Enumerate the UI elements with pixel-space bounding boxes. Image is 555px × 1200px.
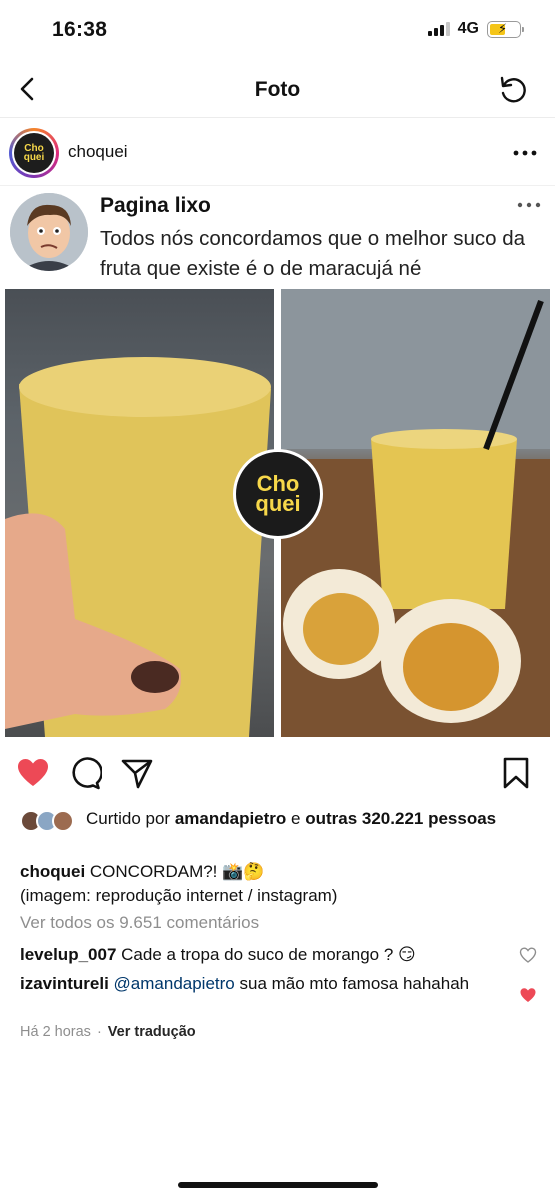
choquei-logo-icon: Cho quei bbox=[14, 133, 54, 173]
embedded-tweet: Pagina lixo Todos nós concordamos que o … bbox=[0, 188, 555, 288]
comment-username[interactable]: levelup_007 bbox=[20, 945, 116, 964]
post-image[interactable]: Cho quei bbox=[5, 289, 550, 737]
nav-header: Foto bbox=[0, 62, 555, 118]
likes-user[interactable]: amandapietro bbox=[175, 809, 286, 828]
post-avatar[interactable]: Cho quei bbox=[9, 128, 59, 178]
post-actions bbox=[0, 752, 555, 796]
signal-icon bbox=[427, 22, 450, 36]
bookmark-icon[interactable] bbox=[499, 756, 533, 790]
refresh-icon[interactable] bbox=[497, 74, 529, 106]
likes-others[interactable]: outras 320.221 pessoas bbox=[305, 809, 496, 828]
tweet-avatar bbox=[10, 193, 88, 271]
tweet-author: Pagina lixo bbox=[100, 194, 211, 217]
tweet-more-icon bbox=[517, 202, 541, 208]
liker-avatars bbox=[20, 810, 80, 832]
comment-username[interactable]: izavintureli bbox=[20, 974, 109, 993]
heart-outline-icon[interactable] bbox=[519, 946, 537, 964]
status-time: 16:38 bbox=[52, 18, 108, 41]
likes-summary[interactable]: Curtido por amandapietro e outras 320.22… bbox=[20, 808, 540, 832]
post-meta: Há 2 horas · Ver tradução bbox=[20, 1024, 196, 1040]
home-indicator[interactable] bbox=[178, 1182, 378, 1188]
network-label: 4G bbox=[457, 20, 479, 37]
view-all-comments-link[interactable]: Ver todos os 9.651 comentários bbox=[20, 913, 259, 933]
translate-link[interactable]: Ver tradução bbox=[108, 1024, 196, 1040]
liker-avatar bbox=[52, 810, 74, 832]
watermark-line2: quei bbox=[255, 491, 301, 516]
share-icon[interactable] bbox=[120, 756, 154, 790]
status-icons: 4G ⚡ bbox=[427, 20, 524, 38]
heart-filled-icon[interactable] bbox=[16, 756, 50, 790]
likes-prefix: Curtido por bbox=[86, 809, 175, 828]
post-caption: choquei CONCORDAM?! 📸🤔 (imagem: reproduç… bbox=[20, 860, 540, 908]
comment-mention[interactable]: @amandapietro bbox=[109, 974, 235, 993]
page-title: Foto bbox=[254, 78, 301, 101]
tweet-text: Todos nós concordamos que o melhor suco … bbox=[100, 227, 526, 280]
caption-username[interactable]: choquei bbox=[20, 862, 85, 881]
likes-text: Curtido por amandapietro e outras 320.22… bbox=[20, 808, 540, 829]
caption-credit: (imagem: reprodução internet / instagram… bbox=[20, 886, 338, 905]
comment-text: sua mão mto famosa hahahah bbox=[234, 974, 470, 993]
comment-icon[interactable] bbox=[68, 756, 102, 790]
battery-icon: ⚡ bbox=[487, 20, 524, 38]
more-options-icon[interactable] bbox=[513, 150, 537, 156]
juice-glass-hand-photo bbox=[5, 289, 274, 737]
status-bar: 16:38 4G ⚡ bbox=[0, 0, 555, 62]
likes-middle: e bbox=[286, 809, 306, 828]
juice-passion-fruit-photo bbox=[281, 289, 550, 737]
choquei-watermark: Cho quei bbox=[233, 449, 323, 539]
comment-text: Cade a tropa do suco de morango ? 😏 bbox=[116, 945, 416, 964]
cartoon-face-icon bbox=[10, 193, 88, 271]
post-header: Cho quei choquei bbox=[0, 120, 555, 186]
comment-item: izavintureli @amandapietro sua mão mto f… bbox=[20, 973, 500, 995]
post-timestamp: Há 2 horas bbox=[20, 1024, 91, 1040]
comment-item: levelup_007 Cade a tropa do suco de mora… bbox=[20, 944, 500, 966]
post-username[interactable]: choquei bbox=[68, 142, 128, 162]
caption-text: CONCORDAM?! 📸🤔 bbox=[85, 862, 265, 881]
heart-filled-small-icon[interactable] bbox=[519, 986, 537, 1004]
